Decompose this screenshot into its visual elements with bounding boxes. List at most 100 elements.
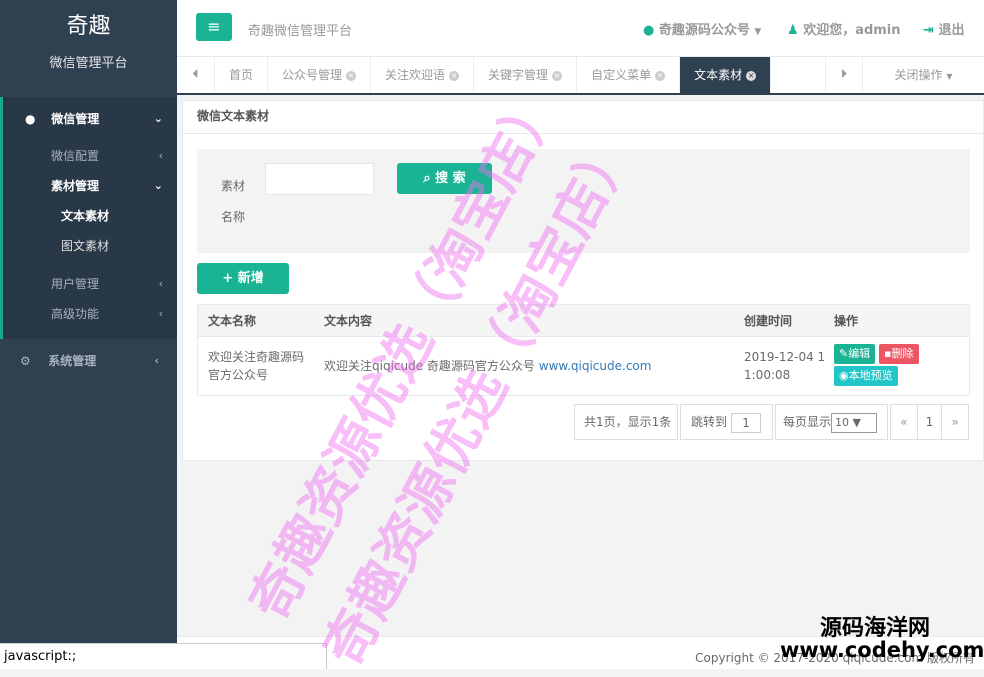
double-chevron-right-icon: ⏵ bbox=[840, 67, 848, 82]
tab-home[interactable]: 首页 bbox=[215, 57, 269, 93]
column-header[interactable]: 文本名称 bbox=[198, 305, 316, 336]
next-page-button[interactable]: » bbox=[942, 405, 968, 439]
sidebar-item-material-mgmt[interactable]: 素材管理 ⌄ bbox=[3, 171, 177, 201]
content-panel: 微信文本素材 素材 名称 ⌕ 搜 索 + 新增 文本名称 文本内容 创建时间 操… bbox=[182, 100, 984, 461]
sidebar-item-advanced[interactable]: 高级功能 ‹ bbox=[3, 299, 177, 339]
close-operations-dropdown[interactable]: 关闭操作 ▼ bbox=[862, 57, 984, 93]
table-header: 文本名称 文本内容 创建时间 操作 bbox=[198, 305, 969, 337]
wechat-icon: ● bbox=[643, 23, 655, 38]
wechat-icon: ● bbox=[25, 112, 36, 126]
search-button[interactable]: ⌕ 搜 索 bbox=[397, 163, 492, 194]
search-form: 素材 名称 ⌕ 搜 索 bbox=[197, 149, 970, 253]
tab-bar: ⏴ 首页 公众号管理 × 关注欢迎语 × 关键字管理 × 自定义菜单 × 文本素材 × ⏵… bbox=[177, 57, 984, 95]
chevron-left-icon: ‹ bbox=[154, 354, 159, 367]
cell-text: 官方公众号 bbox=[208, 368, 269, 382]
sidebar-item-system-mgmt[interactable]: ⚙ 系统管理 ‹ bbox=[0, 339, 177, 383]
search-icon: ⌕ bbox=[423, 171, 431, 186]
tab-scroll-right-button[interactable]: ⏵ bbox=[825, 57, 863, 93]
add-button[interactable]: + 新增 bbox=[197, 263, 289, 294]
tab-label: 公众号管理 bbox=[282, 68, 343, 82]
watermark-site-url: www.codehy.com bbox=[780, 638, 984, 662]
table-row: 欢迎关注奇趣源码 官方公众号 欢迎关注qiqicude 奇趣源码官方公众号 ww… bbox=[198, 337, 969, 395]
chevron-left-icon: ‹ bbox=[158, 149, 163, 162]
tab-keyword-mgmt[interactable]: 关键字管理 × bbox=[474, 57, 578, 93]
cell-time: 2019-12-04 1 1:00:08 bbox=[738, 337, 826, 395]
close-icon[interactable]: × bbox=[746, 70, 757, 81]
sidebar-item-image-text-material[interactable]: 图文素材 bbox=[3, 231, 177, 261]
logout-icon: ⇥ bbox=[923, 23, 934, 38]
cell-text: 欢迎关注qiqicude 奇趣源码官方公众号 bbox=[324, 359, 535, 373]
chevron-left-icon: ‹ bbox=[158, 307, 163, 320]
label-line: 名称 bbox=[221, 210, 246, 224]
account-dropdown[interactable]: ● 奇趣源码公众号 ▼ bbox=[643, 19, 761, 38]
material-name-input[interactable] bbox=[265, 163, 374, 195]
sidebar-item-label: 文本素材 bbox=[61, 209, 110, 223]
top-navbar: ≡ 奇趣微信管理平台 ● 奇趣源码公众号 ▼ ♟ 欢迎您，admin ⇥ 退出 bbox=[177, 0, 984, 57]
tab-scroll-left-button[interactable]: ⏴ bbox=[177, 57, 215, 93]
sidebar-item-label: 系统管理 bbox=[48, 354, 97, 368]
delete-button[interactable]: ▪删除 bbox=[879, 344, 919, 364]
sidebar-item-user-mgmt[interactable]: 用户管理 ‹ bbox=[3, 269, 177, 299]
menu-toggle-button[interactable]: ≡ bbox=[196, 13, 232, 41]
close-icon[interactable]: × bbox=[552, 70, 563, 81]
add-button-label: 新增 bbox=[237, 271, 264, 286]
account-label: 奇趣源码公众号 bbox=[658, 23, 750, 38]
cell-text: 2019-12-04 1 bbox=[744, 350, 826, 364]
pagination: « 1 » bbox=[890, 404, 969, 440]
cell-text: 1:00:08 bbox=[744, 368, 791, 382]
column-header[interactable]: 创建时间 bbox=[738, 305, 826, 336]
edit-icon: ✎ bbox=[839, 347, 849, 360]
logout-link[interactable]: ⇥ 退出 bbox=[923, 19, 964, 38]
tab-label: 文本素材 bbox=[694, 68, 743, 82]
plus-icon: + bbox=[222, 271, 234, 286]
chevron-down-icon: ⌄ bbox=[153, 179, 163, 192]
double-chevron-left-icon: ⏴ bbox=[192, 67, 199, 82]
sidebar-item-text-material[interactable]: 文本素材 bbox=[3, 201, 177, 231]
brand-subtitle: 微信管理平台 bbox=[49, 56, 128, 71]
close-icon[interactable]: × bbox=[655, 70, 666, 81]
close-ops-label: 关闭操作 bbox=[894, 68, 943, 82]
welcome-label: 欢迎您，admin bbox=[803, 23, 901, 38]
brand: 奇趣 微信管理平台 bbox=[0, 0, 177, 97]
edit-label: 编辑 bbox=[848, 347, 871, 360]
tab-welcome-msg[interactable]: 关注欢迎语 × bbox=[371, 57, 475, 93]
edit-button[interactable]: ✎编辑 bbox=[834, 344, 876, 364]
content-link[interactable]: www.qiqicude.com bbox=[539, 359, 652, 373]
sidebar: 奇趣 微信管理平台 ● 微信管理 ⌄ 微信配置 ‹ 素材管理 ⌄ 文本素材 图文… bbox=[0, 0, 177, 669]
page-button[interactable]: 1 bbox=[916, 405, 943, 439]
close-icon[interactable]: × bbox=[449, 70, 460, 81]
prev-page-button[interactable]: « bbox=[891, 405, 917, 439]
nav-wechat-group: ● 微信管理 ⌄ 微信配置 ‹ 素材管理 ⌄ 文本素材 图文素材 用户管理 ‹ … bbox=[0, 97, 177, 339]
column-header[interactable]: 文本内容 bbox=[316, 305, 738, 336]
pager-jump: 跳转到 1 bbox=[680, 404, 773, 440]
per-page-label: 每页显示 bbox=[783, 415, 832, 429]
label-line: 素材 bbox=[221, 179, 246, 193]
sidebar-item-wechat-mgmt[interactable]: ● 微信管理 ⌄ bbox=[3, 97, 177, 141]
pager-per-page: 每页显示 10 ▼ bbox=[775, 404, 888, 440]
cell-text: 欢迎关注奇趣源码 bbox=[208, 350, 305, 364]
tab-label: 首页 bbox=[229, 68, 254, 82]
material-table: 文本名称 文本内容 创建时间 操作 欢迎关注奇趣源码 官方公众号 欢迎关注qiq… bbox=[197, 304, 970, 396]
gear-icon: ⚙ bbox=[20, 354, 31, 368]
menu-icon: ≡ bbox=[207, 17, 221, 36]
preview-button[interactable]: ◉本地预览 bbox=[834, 366, 898, 386]
tab-custom-menu[interactable]: 自定义菜单 × bbox=[577, 57, 681, 93]
panel-title: 微信文本素材 bbox=[183, 101, 983, 134]
sidebar-item-wechat-config[interactable]: 微信配置 ‹ bbox=[3, 141, 177, 171]
sidebar-item-label: 图文素材 bbox=[61, 239, 110, 253]
trash-icon: ▪ bbox=[884, 347, 892, 360]
per-page-select[interactable]: 10 ▼ bbox=[831, 412, 878, 433]
sidebar-item-label: 微信配置 bbox=[51, 149, 100, 163]
tab-label: 自定义菜单 bbox=[591, 68, 652, 82]
preview-label: 本地预览 bbox=[848, 369, 893, 382]
jump-page-input[interactable]: 1 bbox=[731, 412, 762, 433]
tab-account-mgmt[interactable]: 公众号管理 × bbox=[268, 57, 372, 93]
cell-content: 欢迎关注qiqicude 奇趣源码官方公众号 www.qiqicude.com bbox=[316, 337, 738, 395]
welcome-text: ♟ 欢迎您，admin bbox=[787, 19, 901, 38]
per-page-value: 10 bbox=[835, 415, 850, 429]
close-icon[interactable]: × bbox=[346, 70, 357, 81]
brand-title: 奇趣 bbox=[66, 14, 111, 39]
sidebar-item-label: 高级功能 bbox=[51, 307, 100, 321]
chevron-left-icon: ‹ bbox=[158, 277, 163, 290]
tab-text-material[interactable]: 文本素材 × bbox=[680, 57, 772, 93]
